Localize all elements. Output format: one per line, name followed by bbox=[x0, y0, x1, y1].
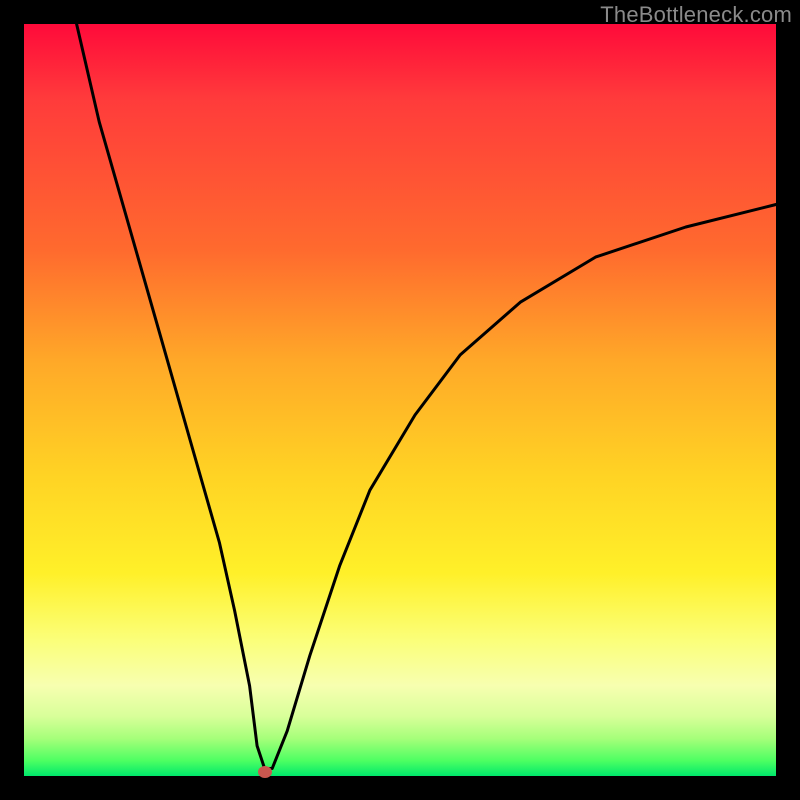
chart-frame: TheBottleneck.com bbox=[0, 0, 800, 800]
curve-path bbox=[77, 24, 776, 769]
bottleneck-curve bbox=[24, 24, 776, 776]
min-marker bbox=[258, 766, 272, 778]
plot-area bbox=[24, 24, 776, 776]
attribution-label: TheBottleneck.com bbox=[600, 2, 792, 28]
